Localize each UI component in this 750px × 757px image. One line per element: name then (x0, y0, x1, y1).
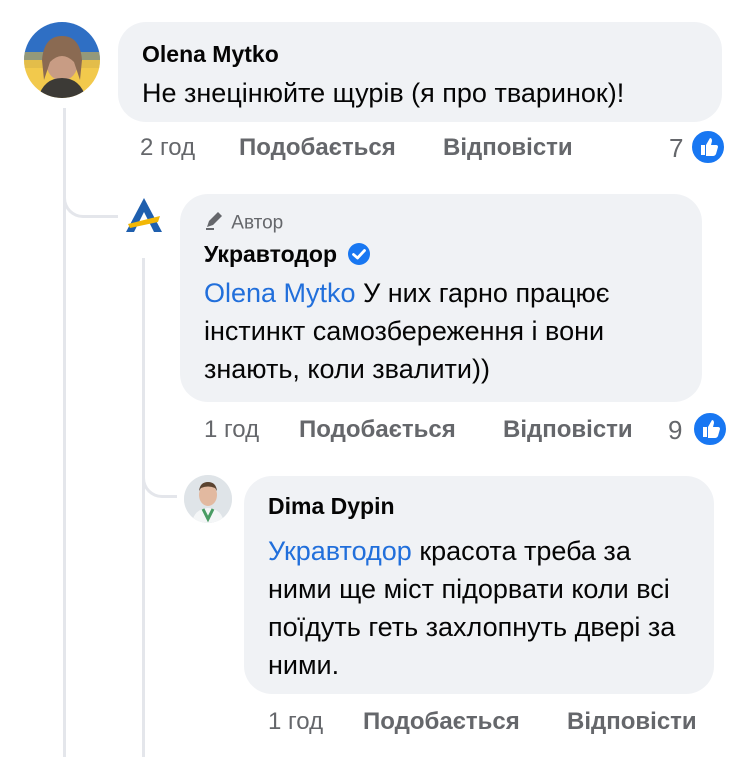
comment-author[interactable]: Olena Mytko (142, 40, 698, 68)
comment-actions-dima: 1 год Подобається Відповісти (268, 707, 738, 737)
avatar-olena-mytko[interactable] (24, 22, 100, 98)
comment-bubble-ukravtodor: Автор Укравтодор Olena Mytko У них гарно… (180, 194, 702, 402)
mention-link[interactable]: Olena Mytko (204, 278, 356, 308)
comment-actions-olena: 2 год Подобається Відповісти (140, 133, 740, 163)
author-badge: Автор (204, 210, 678, 234)
avatar-ukravtodor[interactable] (120, 194, 168, 242)
avatar-dima-dypin[interactable] (184, 475, 232, 523)
comment-time[interactable]: 2 год (140, 133, 195, 163)
comment-author-row: Укравтодор (204, 240, 678, 268)
like-thumb-icon (692, 411, 728, 447)
reply-button[interactable]: Відповісти (443, 133, 573, 163)
comment-author[interactable]: Dima Dypin (268, 492, 690, 520)
comment-bubble-dima: Dima Dypin Укравтодор красота треба за н… (244, 476, 714, 694)
comment-text: Укравтодор красота треба за ними ще міст… (268, 532, 690, 684)
comment-text: Olena Mytko У них гарно працює інстинкт … (204, 274, 678, 388)
comment-actions-ukravtodor: 1 год Подобається Відповісти (204, 415, 704, 445)
reply-button[interactable]: Відповісти (567, 707, 697, 737)
mention-link[interactable]: Укравтодор (268, 536, 412, 566)
like-button[interactable]: Подобається (299, 415, 456, 445)
thread-line-main-lower (63, 218, 66, 757)
like-count[interactable]: 7 (669, 133, 683, 163)
like-button[interactable]: Подобається (239, 133, 396, 163)
reply-button[interactable]: Відповісти (503, 415, 633, 445)
verified-badge-icon (347, 242, 371, 266)
like-thumb-icon (690, 129, 726, 165)
thread-line-reply-lower (142, 498, 145, 757)
thread-curve-reply-1 (63, 168, 118, 218)
comment-time[interactable]: 1 год (268, 707, 323, 737)
author-badge-label: Автор (231, 212, 284, 234)
comment-author[interactable]: Укравтодор (204, 241, 337, 267)
author-pen-icon (204, 210, 226, 237)
thread-curve-reply-2 (142, 448, 177, 498)
comment-bubble-olena: Olena Mytko Не знецінюйте щурів (я про т… (118, 22, 722, 122)
comment-time[interactable]: 1 год (204, 415, 259, 445)
comment-text: Не знецінюйте щурів (я про тваринок)! (142, 78, 625, 108)
like-count[interactable]: 9 (668, 415, 682, 445)
like-button[interactable]: Подобається (363, 707, 520, 737)
